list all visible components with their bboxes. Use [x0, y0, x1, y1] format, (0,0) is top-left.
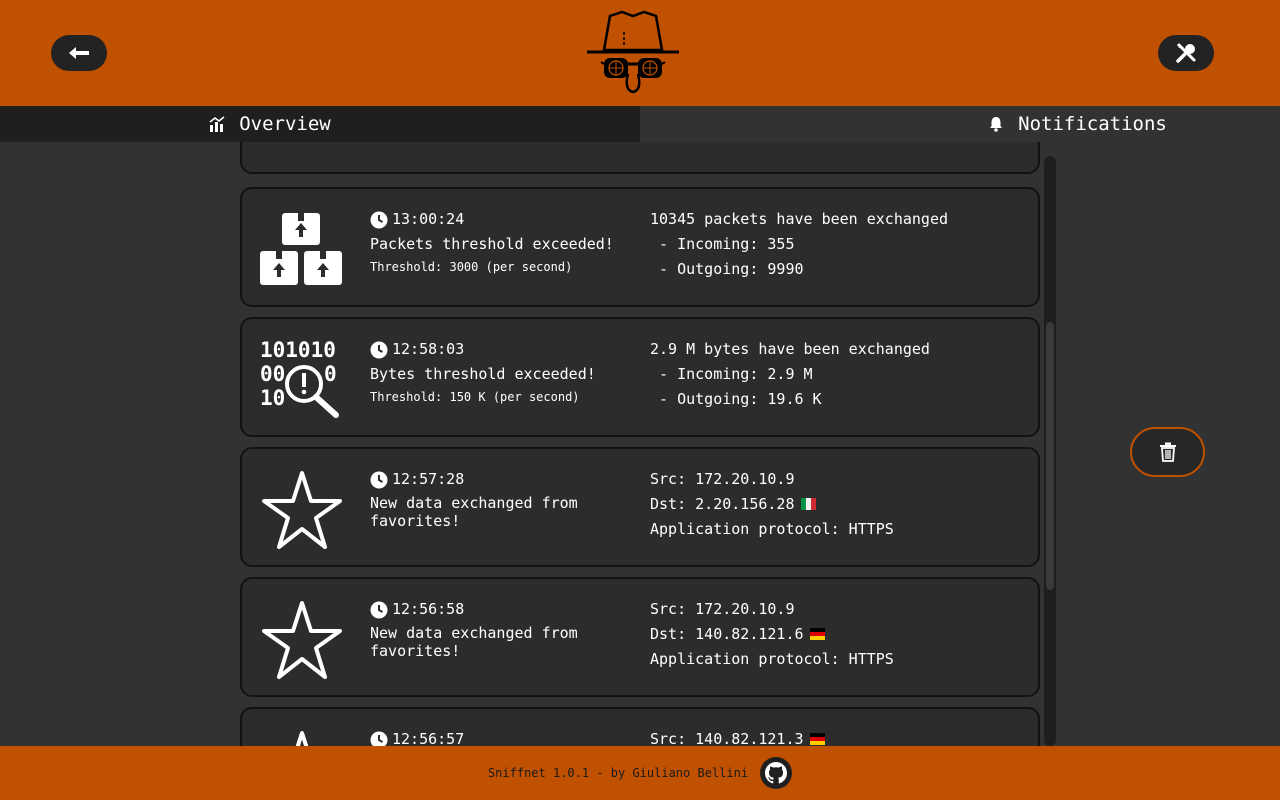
- notification-card-partial: [240, 142, 1040, 174]
- notification-time: 12:58:03: [392, 340, 465, 358]
- notification-time: 12:57:28: [392, 470, 465, 488]
- germany-flag-icon: [809, 733, 825, 745]
- trash-icon: [1159, 442, 1176, 462]
- notification-protocol: Application protocol: HTTPS: [650, 520, 894, 538]
- packets-boxes-icon: [260, 213, 342, 285]
- notification-time: 13:00:24: [392, 210, 465, 228]
- germany-flag-icon: [809, 628, 825, 640]
- svg-text:00: 00: [260, 362, 285, 386]
- notification-src: Src: 172.20.10.9: [650, 600, 795, 618]
- tab-notifications-label: Notifications: [1018, 113, 1167, 135]
- tab-notifications[interactable]: Notifications: [640, 106, 1280, 142]
- clear-notifications-button[interactable]: [1130, 427, 1205, 477]
- notification-card: 12:57:28 New data exchanged from favorit…: [240, 447, 1040, 567]
- header-bar: [0, 0, 1280, 106]
- star-icon: [262, 601, 342, 679]
- svg-text:0: 0: [324, 362, 337, 386]
- scrollbar-thumb[interactable]: [1046, 322, 1054, 590]
- clock-icon: [370, 341, 388, 358]
- notification-title: New data exchanged from favorites!: [370, 624, 578, 660]
- notification-dst: Dst: 2.20.156.28: [650, 495, 795, 513]
- notification-detail: 2.9 M bytes have been exchanged: [650, 340, 930, 358]
- clock-icon: [370, 601, 388, 618]
- italy-flag-icon: [800, 498, 816, 510]
- notification-time: 12:56:58: [392, 600, 465, 618]
- notifications-list[interactable]: 13:00:24 Packets threshold exceeded! Thr…: [0, 142, 1280, 746]
- bytes-search-icon: 101010 00 0 10: [260, 339, 339, 418]
- svg-text:101010: 101010: [260, 339, 336, 362]
- chart-icon: [209, 116, 225, 132]
- tab-bar: Overview Notifications: [0, 106, 1280, 142]
- notification-card: 13:00:24 Packets threshold exceeded! Thr…: [240, 187, 1040, 307]
- back-button[interactable]: [51, 35, 107, 71]
- github-icon: [765, 762, 788, 784]
- notification-title: New data exchanged from favorites!: [370, 494, 578, 530]
- notification-detail: 10345 packets have been exchanged: [650, 210, 949, 228]
- notification-threshold: Threshold: 150 K (per second): [370, 390, 580, 404]
- arrow-left-icon: [69, 47, 89, 59]
- notification-title: Packets threshold exceeded!: [370, 235, 614, 253]
- clock-icon: [370, 471, 388, 488]
- tab-overview-label: Overview: [239, 113, 331, 135]
- github-link[interactable]: [760, 757, 793, 789]
- notification-src: Src: 140.82.121.3: [650, 730, 804, 746]
- clock-icon: [370, 211, 388, 228]
- notification-dst: Dst: 140.82.121.6: [650, 625, 804, 643]
- notification-title: Bytes threshold exceeded!: [370, 365, 596, 383]
- svg-text:10: 10: [260, 386, 285, 410]
- notification-detail: - Incoming: 2.9 M: [650, 365, 813, 383]
- tab-overview[interactable]: Overview: [0, 106, 640, 142]
- notification-time: 12:56:57: [392, 730, 465, 746]
- settings-button[interactable]: [1158, 35, 1214, 71]
- notification-detail: - Outgoing: 9990: [650, 260, 804, 278]
- sniffnet-logo: [587, 10, 679, 94]
- bell-icon: [988, 116, 1004, 132]
- star-icon: [295, 731, 309, 746]
- footer-credits: Sniffnet 1.0.1 - by Giuliano Bellini: [487, 766, 749, 780]
- star-icon: [262, 471, 342, 549]
- footer-bar: Sniffnet 1.0.1 - by Giuliano Bellini: [0, 746, 1280, 800]
- notification-card: 12:56:57 Src: 140.82.121.3: [240, 707, 1040, 746]
- notification-card: 12:56:58 New data exchanged from favorit…: [240, 577, 1040, 697]
- notification-protocol: Application protocol: HTTPS: [650, 650, 894, 668]
- notification-src: Src: 172.20.10.9: [650, 470, 795, 488]
- notification-threshold: Threshold: 3000 (per second): [370, 260, 573, 274]
- clock-icon: [370, 731, 388, 746]
- notification-detail: - Incoming: 355: [650, 235, 795, 253]
- notification-card: 101010 00 0 10 12:58:03 Bytes threshold …: [240, 317, 1040, 437]
- notification-detail: - Outgoing: 19.6 K: [650, 390, 822, 408]
- wrench-screwdriver-icon: [1176, 43, 1196, 63]
